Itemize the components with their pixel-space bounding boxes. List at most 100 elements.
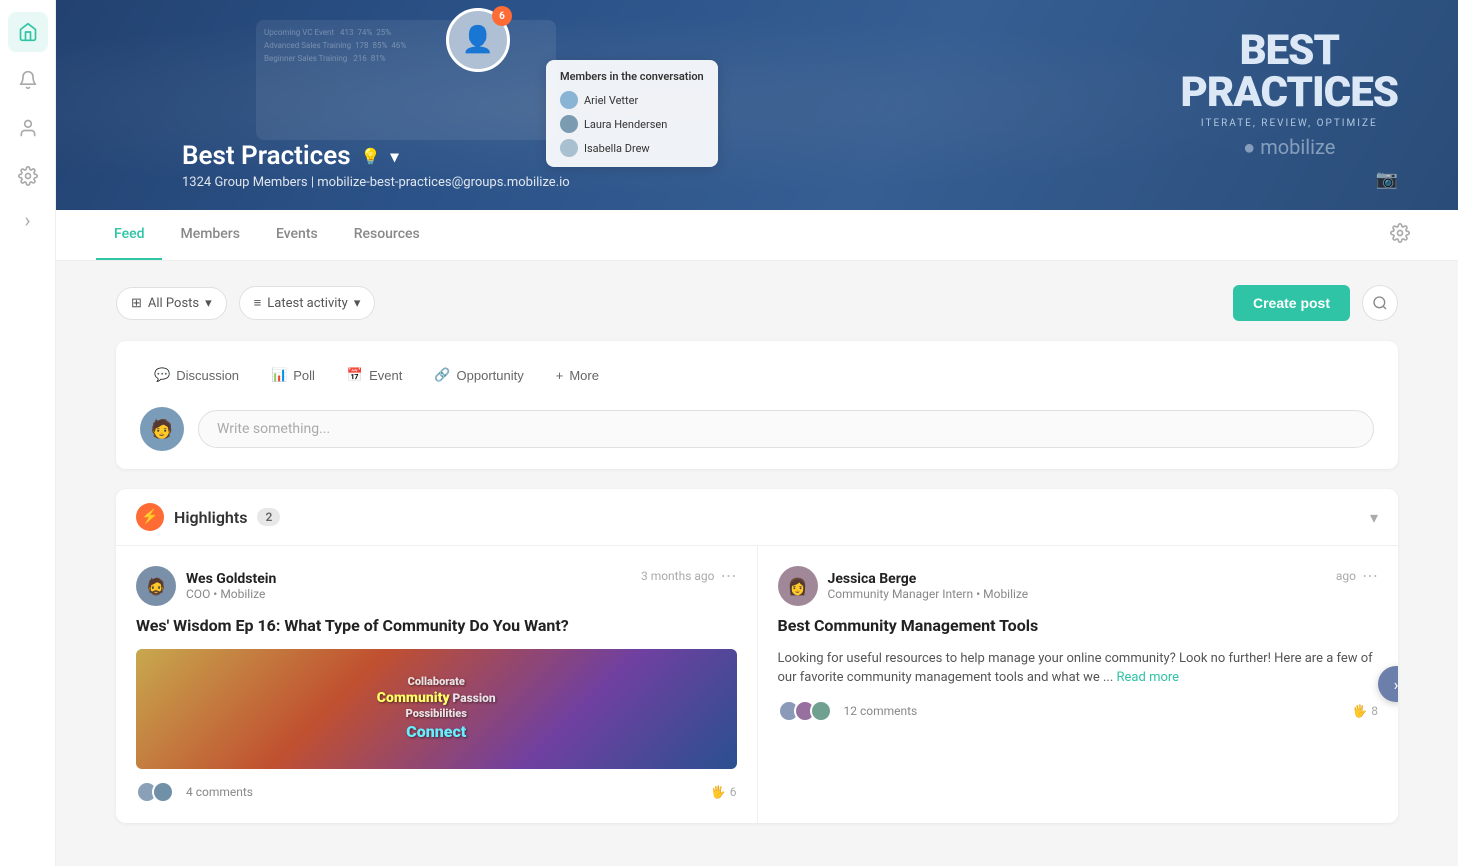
create-post-button[interactable]: Create post [1233,285,1350,321]
tab-resources[interactable]: Resources [336,210,438,260]
poll-label: Poll [293,368,315,383]
post-type-poll[interactable]: 📊 Poll [257,359,329,391]
card-1-image: Collaborate Community Passion Possibilit… [136,649,737,769]
post-type-opportunity[interactable]: 🔗 Opportunity [420,359,537,391]
filter-bar: ⊞ All Posts ▾ ≡ Latest activity ▾ Create… [116,285,1398,321]
hand-icon-2: 🖐 [1352,704,1367,718]
card-1-user: 🧔 Wes Goldstein COO • Mobilize [136,566,276,606]
sidebar-item-home[interactable] [8,12,48,52]
card-1-avatar: 🧔 [136,566,176,606]
collapse-button[interactable]: ▾ [1370,508,1378,527]
card-1-mini-avatars [136,781,174,803]
card-1-likes: 🖐 6 [711,785,737,799]
feed-area: ⊞ All Posts ▾ ≡ Latest activity ▾ Create… [56,261,1458,866]
latest-activity-label: Latest activity [267,296,348,311]
nav-tabs: Feed Members Events Resources [56,210,1458,261]
card-2-user: 👩 Jessica Berge Community Manager Intern… [778,566,1029,606]
chevron-down-icon: ▾ [205,296,212,311]
card-2-avatar: 👩 [778,566,818,606]
highlights-section: ⚡ Highlights 2 ▾ 🧔 [116,489,1398,823]
card-2-menu[interactable]: ⋯ [1362,566,1378,585]
chevron-down-icon[interactable]: ▾ [391,147,399,166]
card-2-role: Community Manager Intern • Mobilize [828,587,1029,601]
post-input[interactable]: Write something... [198,410,1374,448]
card-2-read-more[interactable]: Read more [1117,670,1180,685]
lightning-icon: ⚡ [136,503,164,531]
sidebar-item-settings[interactable] [8,156,48,196]
list-icon: ≡ [254,295,262,311]
highlight-card-2: 👩 Jessica Berge Community Manager Intern… [758,546,1399,823]
banner-info: Best Practices 💡 ▾ 1324 Group Members | … [182,141,1418,190]
card-2-like-count: 8 [1371,704,1378,718]
main-content: Upcoming VC Event 413 74% 25% Advanced S… [56,0,1458,866]
card-1-header: 🧔 Wes Goldstein COO • Mobilize 3 months … [136,566,737,606]
opportunity-label: Opportunity [457,368,524,383]
all-posts-filter[interactable]: ⊞ All Posts ▾ [116,287,227,320]
composer-avatar: 🧑 [140,407,184,451]
card-1-comments: 4 comments [186,785,253,799]
card-2-user-info: Jessica Berge Community Manager Intern •… [828,571,1029,601]
chevron-down-icon: ▾ [354,296,361,311]
poll-icon: 📊 [271,367,287,383]
cursor-indicator: › [24,208,30,232]
card-2-meta: ago ⋯ [1336,566,1378,585]
highlight-cards-container: 🧔 Wes Goldstein COO • Mobilize 3 months … [116,546,1398,823]
highlight-card-1: 🧔 Wes Goldstein COO • Mobilize 3 months … [116,546,758,823]
card-2-likes: 🖐 8 [1352,704,1378,718]
card-1-meta: 3 months ago ⋯ [641,566,737,585]
card-2-title: Best Community Management Tools [778,616,1379,637]
card-1-image-text: Collaborate Community Passion Possibilit… [371,669,502,749]
card-1-role: COO • Mobilize [186,587,276,601]
tab-members[interactable]: Members [162,210,257,260]
card-1-title: Wes' Wisdom Ep 16: What Type of Communit… [136,616,737,637]
grid-icon: ⊞ [131,296,142,311]
post-type-event[interactable]: 📅 Event [333,359,416,391]
highlights-header: ⚡ Highlights 2 ▾ [116,489,1398,546]
sidebar-item-people[interactable] [8,108,48,148]
filter-right: Create post [1233,285,1398,321]
tab-feed[interactable]: Feed [96,210,162,260]
post-write-area: 🧑 Write something... [140,407,1374,451]
event-icon: 📅 [347,367,363,383]
settings-icon[interactable] [1382,215,1418,256]
post-type-more[interactable]: + More [542,359,613,391]
more-label: More [569,368,599,383]
card-1-user-info: Wes Goldstein COO • Mobilize [186,571,276,601]
mini-avatar-2 [152,781,174,803]
discussion-icon: 💬 [154,367,170,383]
highlights-title: Highlights [174,508,247,527]
mini-avatar-5 [810,700,832,722]
avatar-icon: 🧑 [151,419,173,440]
card-2-header: 👩 Jessica Berge Community Manager Intern… [778,566,1379,606]
card-2-footer: 12 comments 🖐 8 [778,700,1379,722]
sidebar-item-notifications[interactable] [8,60,48,100]
event-label: Event [369,368,402,383]
card-2-body-text: Looking for useful resources to help man… [778,651,1373,686]
highlights-left: ⚡ Highlights 2 [136,503,280,531]
card-2-time: ago [1336,569,1356,583]
card-2-mini-avatars [778,700,832,722]
highlights-count: 2 [257,508,280,526]
post-type-discussion[interactable]: 💬 Discussion [140,359,253,391]
all-posts-label: All Posts [148,296,199,311]
card-2-comments: 12 comments [844,704,918,718]
banner-subtitle: 1324 Group Members | mobilize-best-pract… [182,175,1418,190]
card-1-author: Wes Goldstein [186,571,276,587]
sidebar: › [0,0,56,866]
lightbulb-icon: 💡 [361,147,381,166]
filter-left: ⊞ All Posts ▾ ≡ Latest activity ▾ [116,286,375,320]
plus-icon: + [556,368,564,383]
card-2-author: Jessica Berge [828,571,1029,587]
post-composer: 💬 Discussion 📊 Poll 📅 Event 🔗 Opportunit… [116,341,1398,469]
tab-events[interactable]: Events [258,210,336,260]
group-name: Best Practices [182,141,351,171]
search-button[interactable] [1362,285,1398,321]
discussion-label: Discussion [176,368,239,383]
card-2-body: Looking for useful resources to help man… [778,649,1379,688]
card-1-time: 3 months ago [641,569,715,583]
post-types: 💬 Discussion 📊 Poll 📅 Event 🔗 Opportunit… [140,359,1374,391]
group-banner: Upcoming VC Event 413 74% 25% Advanced S… [56,0,1458,210]
latest-activity-filter[interactable]: ≡ Latest activity ▾ [239,286,376,320]
banner-title-row: Best Practices 💡 ▾ [182,141,1418,171]
card-1-menu[interactable]: ⋯ [721,566,737,585]
